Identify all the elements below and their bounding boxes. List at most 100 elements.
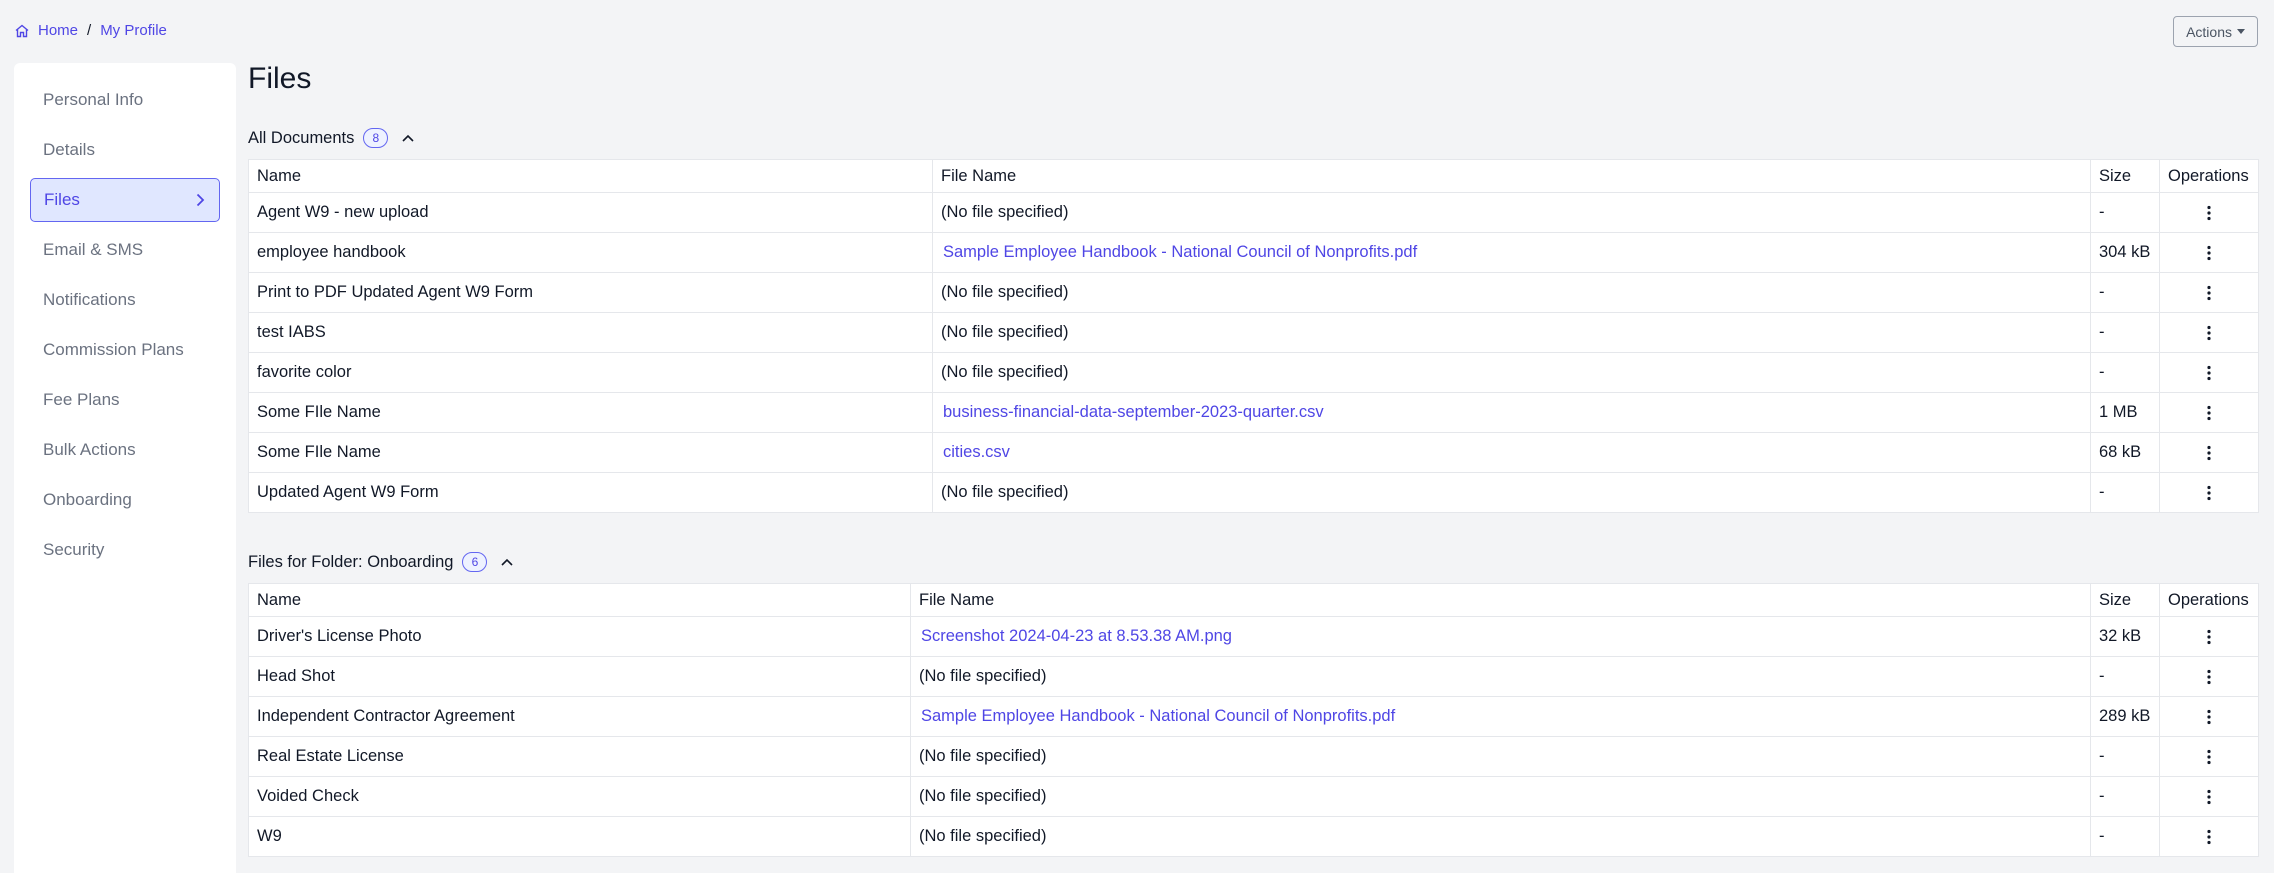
actions-dropdown-button[interactable]: Actions bbox=[2173, 16, 2258, 47]
operations-cell bbox=[2159, 816, 2259, 857]
operations-cell bbox=[2159, 232, 2259, 273]
operations-cell bbox=[2159, 432, 2259, 473]
table-body: Driver's License Photo Screenshot 2024-04… bbox=[248, 616, 2259, 857]
file-size: - bbox=[2090, 656, 2160, 697]
sidebar-item-details[interactable]: Details bbox=[30, 128, 220, 172]
kebab-menu-icon[interactable] bbox=[2206, 708, 2212, 726]
table-row: Head Shot (No file specified) - bbox=[248, 656, 2259, 697]
table-row: Agent W9 - new upload (No file specified)… bbox=[248, 192, 2259, 233]
document-name: Some FIle Name bbox=[248, 392, 933, 433]
operations-cell bbox=[2159, 656, 2259, 697]
kebab-menu-icon[interactable] bbox=[2206, 244, 2212, 262]
chevron-up-icon[interactable] bbox=[497, 552, 517, 572]
sidebar-item-personal-info[interactable]: Personal Info bbox=[30, 78, 220, 122]
table-row: Print to PDF Updated Agent W9 Form (No fi… bbox=[248, 272, 2259, 313]
document-name: Updated Agent W9 Form bbox=[248, 472, 933, 513]
section-title: All Documents bbox=[248, 128, 355, 147]
kebab-menu-icon[interactable] bbox=[2206, 364, 2212, 382]
actions-label: Actions bbox=[2186, 23, 2232, 40]
home-icon[interactable] bbox=[14, 23, 30, 39]
file-link[interactable]: Sample Employee Handbook - National Coun… bbox=[932, 232, 2091, 273]
table-header-row: Name File Name Size Operations bbox=[248, 583, 2259, 617]
column-header-name: Name bbox=[248, 583, 911, 617]
file-name: (No file specified) bbox=[910, 656, 2091, 697]
file-size: 1 MB bbox=[2090, 392, 2160, 433]
kebab-menu-icon[interactable] bbox=[2206, 484, 2212, 502]
profile-sidebar: Personal Info Details Files Email & SMS … bbox=[14, 63, 236, 873]
table-row: employee handbook Sample Employee Handboo… bbox=[248, 232, 2259, 273]
kebab-menu-icon[interactable] bbox=[2206, 324, 2212, 342]
sidebar-item-security[interactable]: Security bbox=[30, 528, 220, 572]
operations-cell bbox=[2159, 352, 2259, 393]
column-header-name: Name bbox=[248, 159, 933, 193]
kebab-menu-icon[interactable] bbox=[2206, 284, 2212, 302]
breadcrumb: Home / My Profile bbox=[14, 22, 167, 39]
column-header-size: Size bbox=[2090, 583, 2160, 617]
file-size: - bbox=[2090, 736, 2160, 777]
operations-cell bbox=[2159, 776, 2259, 817]
file-link[interactable]: cities.csv bbox=[932, 432, 2091, 473]
file-size: - bbox=[2090, 352, 2160, 393]
file-size: 289 kB bbox=[2090, 696, 2160, 737]
kebab-menu-icon[interactable] bbox=[2206, 788, 2212, 806]
kebab-menu-icon[interactable] bbox=[2206, 828, 2212, 846]
kebab-menu-icon[interactable] bbox=[2206, 204, 2212, 222]
kebab-menu-icon[interactable] bbox=[2206, 628, 2212, 646]
sidebar-item-label: Onboarding bbox=[43, 490, 132, 509]
document-name: Driver's License Photo bbox=[248, 616, 911, 657]
file-size: - bbox=[2090, 312, 2160, 353]
sidebar-item-files[interactable]: Files bbox=[30, 178, 220, 222]
kebab-menu-icon[interactable] bbox=[2206, 668, 2212, 686]
file-name: (No file specified) bbox=[932, 312, 2091, 353]
sidebar-item-email-sms[interactable]: Email & SMS bbox=[30, 228, 220, 272]
top-bar: Home / My Profile Actions bbox=[0, 0, 2274, 62]
file-name: (No file specified) bbox=[910, 816, 2091, 857]
operations-cell bbox=[2159, 192, 2259, 233]
file-size: - bbox=[2090, 272, 2160, 313]
operations-cell bbox=[2159, 736, 2259, 777]
breadcrumb-home-link[interactable]: Home bbox=[38, 22, 78, 39]
chevron-up-icon[interactable] bbox=[398, 128, 418, 148]
file-size: 32 kB bbox=[2090, 616, 2160, 657]
count-badge: 8 bbox=[363, 128, 389, 148]
column-header-file-name: File Name bbox=[910, 583, 2091, 617]
kebab-menu-icon[interactable] bbox=[2206, 748, 2212, 766]
onboarding-files-table: Name File Name Size Operations Driver's … bbox=[248, 583, 2259, 857]
document-name: Head Shot bbox=[248, 656, 911, 697]
table-row: W9 (No file specified) - bbox=[248, 816, 2259, 857]
document-name: Agent W9 - new upload bbox=[248, 192, 933, 233]
sidebar-item-fee-plans[interactable]: Fee Plans bbox=[30, 378, 220, 422]
sidebar-item-label: Files bbox=[44, 190, 80, 209]
breadcrumb-current-link[interactable]: My Profile bbox=[100, 22, 167, 39]
file-link[interactable]: business-financial-data-september-2023-q… bbox=[932, 392, 2091, 433]
chevron-right-icon bbox=[191, 191, 209, 209]
file-link[interactable]: Screenshot 2024-04-23 at 8.53.38 AM.png bbox=[910, 616, 2091, 657]
file-name: (No file specified) bbox=[932, 192, 2091, 233]
sidebar-item-bulk-actions[interactable]: Bulk Actions bbox=[30, 428, 220, 472]
section-header-onboarding-folder: Files for Folder: Onboarding 6 bbox=[248, 552, 517, 572]
table-row: test IABS (No file specified) - bbox=[248, 312, 2259, 353]
sidebar-item-label: Notifications bbox=[43, 290, 136, 309]
document-name: Some FIle Name bbox=[248, 432, 933, 473]
document-name: Real Estate License bbox=[248, 736, 911, 777]
kebab-menu-icon[interactable] bbox=[2206, 404, 2212, 422]
count-badge: 6 bbox=[462, 552, 488, 572]
operations-cell bbox=[2159, 616, 2259, 657]
file-link[interactable]: Sample Employee Handbook - National Coun… bbox=[910, 696, 2091, 737]
sidebar-item-commission-plans[interactable]: Commission Plans bbox=[30, 328, 220, 372]
sidebar-item-label: Fee Plans bbox=[43, 390, 120, 409]
operations-cell bbox=[2159, 272, 2259, 313]
file-size: - bbox=[2090, 776, 2160, 817]
column-header-file-name: File Name bbox=[932, 159, 2091, 193]
sidebar-item-label: Bulk Actions bbox=[43, 440, 136, 459]
section-title: Files for Folder: Onboarding bbox=[248, 552, 454, 571]
kebab-menu-icon[interactable] bbox=[2206, 444, 2212, 462]
file-size: - bbox=[2090, 816, 2160, 857]
sidebar-item-onboarding[interactable]: Onboarding bbox=[30, 478, 220, 522]
document-name: Independent Contractor Agreement bbox=[248, 696, 911, 737]
sidebar-item-notifications[interactable]: Notifications bbox=[30, 278, 220, 322]
file-size: 304 kB bbox=[2090, 232, 2160, 273]
sidebar-item-label: Details bbox=[43, 140, 95, 159]
file-name: (No file specified) bbox=[932, 472, 2091, 513]
file-name: (No file specified) bbox=[910, 736, 2091, 777]
